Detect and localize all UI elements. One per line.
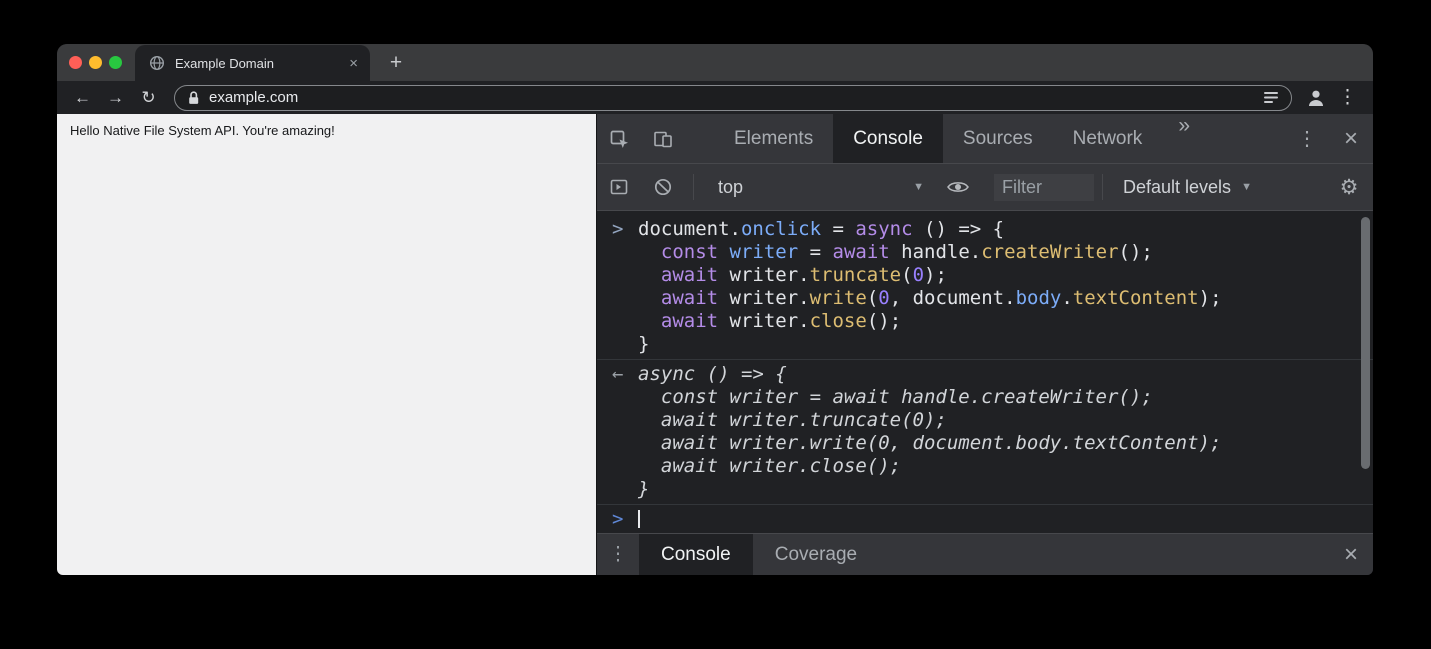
browser-window: Example Domain × + ← → ↻ example.com xyxy=(57,44,1373,575)
window-content: Hello Native File System API. You're ama… xyxy=(57,114,1373,575)
chevron-down-icon: ▼ xyxy=(1241,181,1252,193)
reload-icon[interactable]: ↻ xyxy=(133,89,164,106)
eye-icon[interactable] xyxy=(936,164,980,210)
text-cursor xyxy=(638,510,640,528)
browser-menu-icon[interactable]: ⋮ xyxy=(1332,88,1363,107)
tab-network[interactable]: Network xyxy=(1053,114,1163,163)
console-sidebar-icon[interactable] xyxy=(597,164,641,210)
url-text: example.com xyxy=(209,89,298,106)
console-messages[interactable]: >document.onclick = async () => { const … xyxy=(597,211,1373,533)
console-entry-result: ←async () => { const writer = await hand… xyxy=(597,359,1373,504)
console-entry-marker: > xyxy=(597,218,638,356)
forward-icon[interactable]: → xyxy=(100,89,131,106)
inspect-element-icon[interactable] xyxy=(597,114,641,163)
default-levels-dropdown[interactable]: Default levels ▼ xyxy=(1123,177,1252,198)
profile-avatar-icon[interactable] xyxy=(1302,88,1330,107)
close-window-button[interactable] xyxy=(69,56,82,69)
console-entry-prompt: > xyxy=(597,504,1373,533)
device-toolbar-icon[interactable] xyxy=(641,114,685,163)
devtools-tabbar: Elements Console Sources Network » ⋮ × xyxy=(597,114,1373,164)
console-entry-input: >document.onclick = async () => { const … xyxy=(597,215,1373,359)
tab-console[interactable]: Console xyxy=(833,114,943,163)
back-icon[interactable]: ← xyxy=(67,89,98,106)
tab-sources[interactable]: Sources xyxy=(943,114,1053,163)
console-entry-code[interactable] xyxy=(638,508,640,531)
window-controls xyxy=(69,56,122,69)
address-bar[interactable]: example.com xyxy=(174,85,1292,111)
tab-title: Example Domain xyxy=(175,56,339,71)
devtools-close-icon[interactable]: × xyxy=(1329,114,1373,163)
devtools-tabs: Elements Console Sources Network » xyxy=(714,114,1206,163)
drawer-menu-icon[interactable]: ⋮ xyxy=(597,543,639,566)
console-entry-marker: > xyxy=(597,508,638,531)
browser-toolbar: ← → ↻ example.com xyxy=(57,81,1373,114)
maximize-window-button[interactable] xyxy=(109,56,122,69)
console-entry-code: document.onclick = async () => { const w… xyxy=(638,218,1222,356)
tab-strip: Example Domain × + xyxy=(57,44,1373,81)
minimize-window-button[interactable] xyxy=(89,56,102,69)
filter-input[interactable] xyxy=(994,174,1094,201)
console-log: >document.onclick = async () => { const … xyxy=(597,215,1373,533)
screenshot-stage: Example Domain × + ← → ↻ example.com xyxy=(0,0,1431,649)
clear-console-icon[interactable] xyxy=(641,164,685,210)
console-entry-code: async () => { const writer = await handl… xyxy=(638,363,1221,501)
execution-context-selector[interactable]: top ▼ xyxy=(708,164,936,210)
browser-tab[interactable]: Example Domain × xyxy=(135,45,370,81)
drawer-close-icon[interactable]: × xyxy=(1329,534,1373,575)
new-tab-button[interactable]: + xyxy=(383,50,409,76)
context-label: top xyxy=(718,177,743,198)
levels-label: Default levels xyxy=(1123,177,1231,198)
drawer-tab-coverage[interactable]: Coverage xyxy=(753,534,879,575)
drawer-tab-console[interactable]: Console xyxy=(639,534,753,575)
console-entry-marker: ← xyxy=(597,363,638,501)
reading-list-icon[interactable] xyxy=(1263,91,1279,104)
devtools-menu-icon[interactable]: ⋮ xyxy=(1285,114,1329,163)
gear-icon[interactable]: ⚙ xyxy=(1327,164,1371,210)
devtools-panel: Elements Console Sources Network » ⋮ × xyxy=(596,114,1373,575)
tab-elements[interactable]: Elements xyxy=(714,114,833,163)
toolbar-divider xyxy=(1102,174,1103,200)
globe-favicon-icon xyxy=(149,55,165,71)
console-toolbar: top ▼ Default levels ▼ xyxy=(597,164,1373,211)
chevron-down-icon: ▼ xyxy=(913,181,924,193)
toolbar-divider xyxy=(693,174,694,200)
web-page: Hello Native File System API. You're ama… xyxy=(57,114,596,575)
scrollbar-thumb[interactable] xyxy=(1361,217,1370,469)
lock-icon[interactable] xyxy=(187,90,200,106)
page-body-text: Hello Native File System API. You're ama… xyxy=(70,123,335,138)
devtools-drawer: ⋮ Console Coverage × xyxy=(597,533,1373,575)
more-tabs-icon[interactable]: » xyxy=(1162,114,1206,163)
tab-close-icon[interactable]: × xyxy=(349,56,358,71)
